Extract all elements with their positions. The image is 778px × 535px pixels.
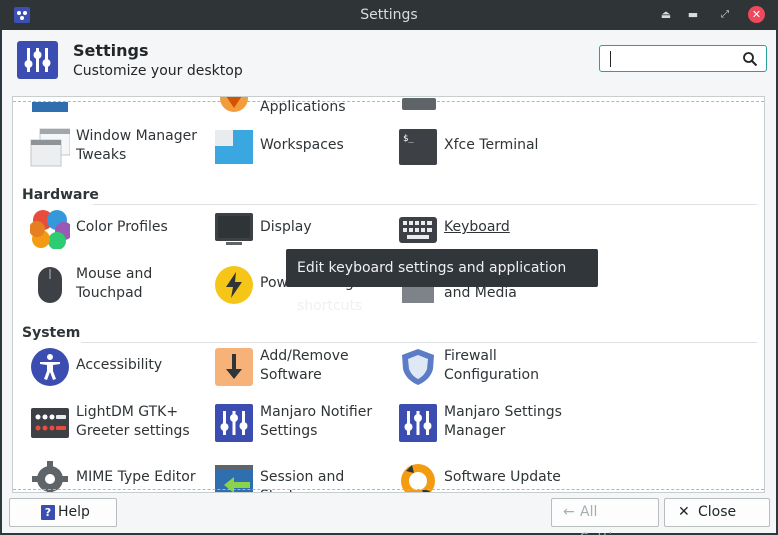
item-session-startup[interactable]: Session and Startup xyxy=(210,456,390,492)
settings-panel[interactable]: Applications Window Manager Tweaks Works… xyxy=(12,96,765,493)
category-hardware: Hardware xyxy=(22,187,99,203)
window-close-button[interactable]: ✕ xyxy=(748,6,765,23)
item-window-manager-tweaks[interactable]: Window Manager Tweaks xyxy=(26,124,206,170)
item-mouse-touchpad[interactable]: Mouse and Touchpad xyxy=(26,262,206,308)
accessibility-icon xyxy=(31,348,69,386)
session-startup-icon xyxy=(215,465,253,492)
close-button[interactable]: ✕ Close xyxy=(664,498,770,527)
minimize-button[interactable]: ▬ xyxy=(683,5,703,25)
item-add-remove-software[interactable]: Add/Remove Software xyxy=(210,344,390,390)
item-label: Display xyxy=(260,219,312,235)
search-input[interactable] xyxy=(599,45,767,72)
window-manager-tweaks-icon xyxy=(30,128,70,167)
keyboard-icon xyxy=(399,217,437,243)
shade-button[interactable]: ⏏ xyxy=(656,5,676,25)
item-keyboard[interactable]: Keyboard xyxy=(394,206,574,252)
item-label: Firewall Configuration xyxy=(444,348,539,383)
item-label: Applications xyxy=(260,99,346,115)
help-button[interactable]: ? Help xyxy=(9,498,117,527)
manjaro-notifier-icon xyxy=(215,404,253,442)
workspaces-icon xyxy=(215,130,253,164)
keyboard-tooltip: Edit keyboard settings and application s… xyxy=(286,249,598,314)
header: Settings Customize your desktop xyxy=(2,30,776,94)
item-color-profiles[interactable]: Color Profiles xyxy=(26,206,206,252)
item-manjaro-notifier[interactable]: Manjaro Notifier Settings xyxy=(210,400,390,446)
category-divider xyxy=(93,204,757,205)
category-divider xyxy=(81,342,757,343)
item-xfce-terminal[interactable]: $_ Xfce Terminal xyxy=(394,124,574,170)
mime-type-editor-icon xyxy=(32,461,68,492)
item-label: LightDM GTK+ Greeter settings xyxy=(76,404,190,439)
color-profiles-icon xyxy=(30,210,70,249)
item-mime-type-editor[interactable]: MIME Type Editor xyxy=(26,456,206,492)
page-subtitle: Customize your desktop xyxy=(73,63,243,79)
search-icon[interactable] xyxy=(742,51,758,67)
firewall-icon xyxy=(402,349,434,385)
item-lightdm-greeter[interactable]: LightDM GTK+ Greeter settings xyxy=(26,400,206,446)
item-label: Workspaces xyxy=(260,137,344,153)
text-caret xyxy=(610,51,611,67)
help-label: Help xyxy=(58,504,90,520)
display-icon xyxy=(215,213,253,245)
item-label: Keyboard xyxy=(444,219,510,235)
manjaro-settings-icon xyxy=(399,404,437,442)
item-label: Manjaro Settings Manager xyxy=(444,404,562,439)
back-arrow-icon: ← xyxy=(563,504,575,520)
svg-text:$_: $_ xyxy=(403,134,414,144)
item-accessibility[interactable]: Accessibility xyxy=(26,344,206,390)
lightdm-icon xyxy=(31,408,69,438)
power-manager-icon xyxy=(215,266,253,304)
item-label: Manjaro Notifier Settings xyxy=(260,404,373,439)
item-manjaro-settings-manager[interactable]: Manjaro Settings Manager xyxy=(394,400,574,446)
maximize-button[interactable]: ⤢ xyxy=(715,5,735,25)
settings-window: Settings Customize your desktop Applicat… xyxy=(2,30,776,535)
item-label: Color Profiles xyxy=(76,219,168,235)
item-label: Mouse and Touchpad xyxy=(76,266,153,301)
item-workspaces[interactable]: Workspaces xyxy=(210,124,390,170)
item-label: Window Manager Tweaks xyxy=(76,128,198,163)
terminal-icon: $_ xyxy=(399,129,437,165)
help-icon: ? xyxy=(41,505,55,520)
item-label: Software Update xyxy=(444,469,561,485)
software-update-icon xyxy=(401,464,435,492)
add-remove-software-icon xyxy=(215,348,253,386)
item-software-update[interactable]: Software Update xyxy=(394,456,574,492)
title-bar: Settings ⏏ ▬ ⤢ ✕ xyxy=(0,0,778,30)
close-icon: ✕ xyxy=(678,504,690,520)
item-display[interactable]: Display xyxy=(210,206,390,252)
item-firewall[interactable]: Firewall Configuration xyxy=(394,344,574,390)
settings-icon xyxy=(17,41,58,79)
all-settings-label: All Settings xyxy=(580,504,637,535)
item-label: Accessibility xyxy=(76,357,163,373)
item-label: Add/Remove Software xyxy=(260,348,349,383)
item-label: MIME Type Editor xyxy=(76,469,196,485)
item-label: Xfce Terminal xyxy=(444,137,539,153)
category-system: System xyxy=(22,325,81,341)
scroll-edge-bottom xyxy=(13,489,764,490)
mouse-icon xyxy=(38,267,62,303)
page-title: Settings xyxy=(73,41,149,60)
close-label: Close xyxy=(698,504,737,520)
all-settings-button[interactable]: ← All Settings xyxy=(551,498,659,535)
